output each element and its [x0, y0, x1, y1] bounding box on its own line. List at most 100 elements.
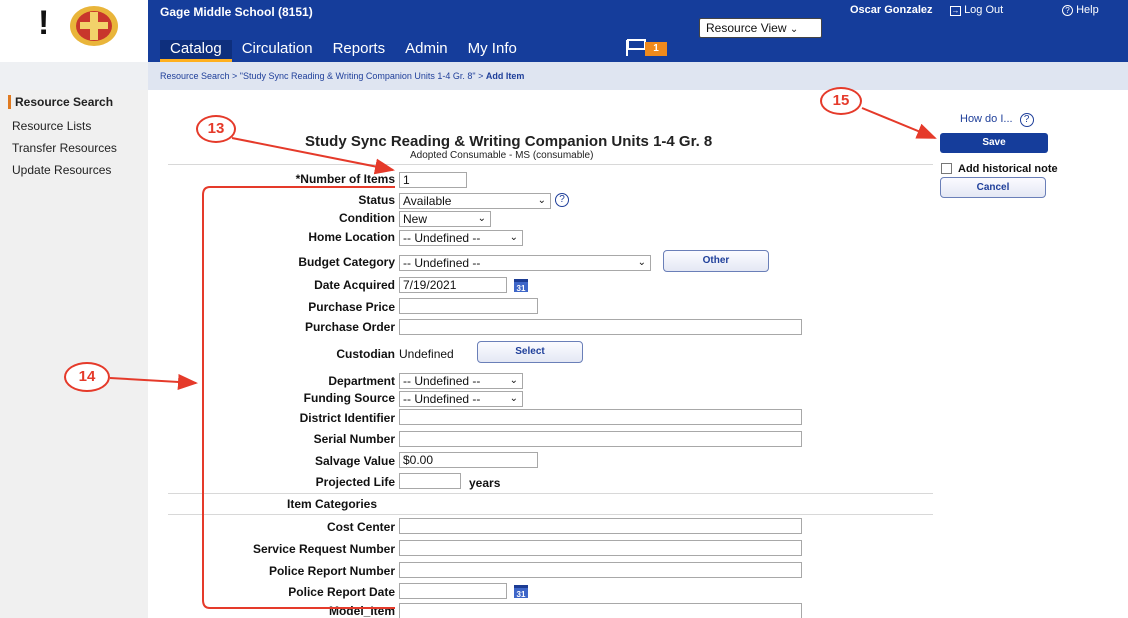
- divider: [168, 514, 933, 515]
- service-request-label: Service Request Number: [252, 542, 395, 556]
- nav-circulation[interactable]: Circulation: [232, 40, 323, 62]
- page-root: ! Gage Middle School (8151) Resource Vie…: [0, 0, 1128, 618]
- select-custodian-button[interactable]: Select: [477, 341, 583, 363]
- page-title: Study Sync Reading & Writing Companion U…: [305, 133, 713, 150]
- department-label: Department: [328, 374, 395, 388]
- divider: [168, 164, 933, 165]
- item-categories-heading: Item Categories: [287, 497, 378, 511]
- custodian-value: Undefined: [399, 347, 454, 361]
- custodian-label: Custodian: [336, 347, 395, 361]
- flag-count-badge: 1: [645, 42, 667, 56]
- serial-number-input[interactable]: [399, 431, 802, 447]
- annotation-14: 14: [64, 362, 110, 392]
- flag-icon: [626, 39, 646, 56]
- police-report-number-input[interactable]: [399, 562, 802, 578]
- home-location-label: Home Location: [308, 230, 395, 244]
- breadcrumb-links[interactable]: Resource Search > "Study Sync Reading & …: [160, 71, 486, 81]
- district-identifier-label: District Identifier: [299, 411, 395, 425]
- sidebar-item-update-resources[interactable]: Update Resources: [12, 163, 111, 177]
- cancel-button[interactable]: Cancel: [940, 177, 1046, 198]
- logo-area: !: [0, 0, 148, 62]
- chevron-down-icon: ⌄: [477, 213, 486, 224]
- nav-admin[interactable]: Admin: [395, 40, 458, 62]
- home-location-select[interactable]: -- Undefined -- ⌄: [399, 230, 523, 246]
- chevron-down-icon: ⌄: [509, 393, 518, 404]
- chevron-down-icon: ⌄: [537, 195, 546, 206]
- home-location-value: -- Undefined --: [403, 231, 481, 245]
- school-crest-icon: [70, 6, 118, 46]
- sidebar-item-transfer-resources[interactable]: Transfer Resources: [12, 141, 117, 155]
- nav-catalog[interactable]: Catalog: [160, 40, 232, 62]
- status-select[interactable]: Available ⌄: [399, 193, 551, 209]
- funding-source-value: -- Undefined --: [403, 392, 481, 406]
- historical-note-checkbox[interactable]: [941, 163, 952, 174]
- budget-category-select[interactable]: -- Undefined -- ⌄: [399, 255, 651, 271]
- help-icon: ?: [1062, 5, 1073, 16]
- budget-category-label: Budget Category: [298, 255, 395, 269]
- status-value: Available: [403, 194, 452, 208]
- budget-category-value: -- Undefined --: [403, 256, 481, 270]
- question-icon: ?: [1019, 113, 1034, 127]
- department-select[interactable]: -- Undefined -- ⌄: [399, 373, 523, 389]
- page-subtitle: Adopted Consumable - MS (consumable): [410, 150, 594, 161]
- number-of-items-input[interactable]: 1: [399, 172, 467, 188]
- resource-view-select[interactable]: Resource View ⌄: [699, 18, 822, 38]
- funding-source-select[interactable]: -- Undefined -- ⌄: [399, 391, 523, 407]
- cost-center-input[interactable]: [399, 518, 802, 534]
- cost-center-label: Cost Center: [326, 520, 395, 534]
- annotation-arrow-15: [861, 107, 937, 139]
- save-button[interactable]: Save: [940, 133, 1048, 153]
- annotation-13: 13: [196, 115, 236, 143]
- purchase-price-input[interactable]: [399, 298, 538, 314]
- projected-life-input[interactable]: [399, 473, 461, 489]
- logout-icon: →: [950, 6, 961, 16]
- other-button[interactable]: Other: [663, 250, 769, 272]
- how-do-i-link[interactable]: How do I... ?: [960, 113, 1034, 127]
- chevron-down-icon: ⌄: [789, 24, 799, 35]
- sidebar-top: [0, 62, 148, 90]
- sidebar-item-resource-search[interactable]: Resource Search: [8, 95, 113, 109]
- projected-life-label: Projected Life: [315, 475, 395, 489]
- serial-number-label: Serial Number: [313, 432, 395, 446]
- service-request-input[interactable]: [399, 540, 802, 556]
- condition-label: Condition: [339, 211, 395, 225]
- date-acquired-input[interactable]: 7/19/2021: [399, 277, 507, 293]
- status-label: Status: [358, 193, 395, 207]
- salvage-value-input[interactable]: $0.00: [399, 452, 538, 468]
- chevron-down-icon: ⌄: [637, 257, 646, 268]
- calendar-icon[interactable]: 31: [514, 585, 528, 599]
- model-item-label: Model_Item: [328, 604, 395, 618]
- salvage-value-label: Salvage Value: [314, 454, 395, 468]
- main-nav: Catalog Circulation Reports Admin My Inf…: [160, 40, 527, 62]
- nav-reports[interactable]: Reports: [323, 40, 396, 62]
- user-name[interactable]: Oscar Gonzalez: [850, 4, 933, 16]
- nav-my-info[interactable]: My Info: [458, 40, 527, 62]
- model-item-input[interactable]: [399, 603, 802, 618]
- logout-link[interactable]: → Log Out: [950, 4, 1003, 16]
- date-acquired-label: Date Acquired: [314, 278, 395, 292]
- how-do-i-label: How do I...: [960, 113, 1013, 125]
- chevron-down-icon: ⌄: [509, 375, 518, 386]
- notification-flag[interactable]: 1: [625, 38, 671, 58]
- breadcrumb: Resource Search > "Study Sync Reading & …: [160, 71, 524, 81]
- purchase-order-input[interactable]: [399, 319, 802, 335]
- funding-source-label: Funding Source: [303, 391, 395, 405]
- purchase-price-label: Purchase Price: [308, 300, 395, 314]
- years-label: years: [469, 476, 501, 490]
- school-name[interactable]: Gage Middle School (8151): [160, 5, 313, 19]
- resource-view-label: Resource View: [706, 21, 787, 35]
- condition-value: New: [403, 212, 428, 226]
- condition-select[interactable]: New ⌄: [399, 211, 491, 227]
- annotation-15: 15: [820, 87, 862, 115]
- police-report-date-input[interactable]: [399, 583, 507, 599]
- district-identifier-input[interactable]: [399, 409, 802, 425]
- status-help-icon[interactable]: ?: [555, 193, 569, 207]
- number-of-items-label: *Number of Items: [295, 172, 395, 186]
- sidebar-item-resource-lists[interactable]: Resource Lists: [12, 119, 91, 133]
- logout-label: Log Out: [964, 4, 1004, 16]
- purchase-order-label: Purchase Order: [304, 320, 395, 334]
- calendar-icon[interactable]: 31: [514, 279, 528, 293]
- department-value: -- Undefined --: [403, 374, 481, 388]
- help-link[interactable]: ? Help: [1062, 4, 1099, 16]
- chevron-down-icon: ⌄: [509, 232, 518, 243]
